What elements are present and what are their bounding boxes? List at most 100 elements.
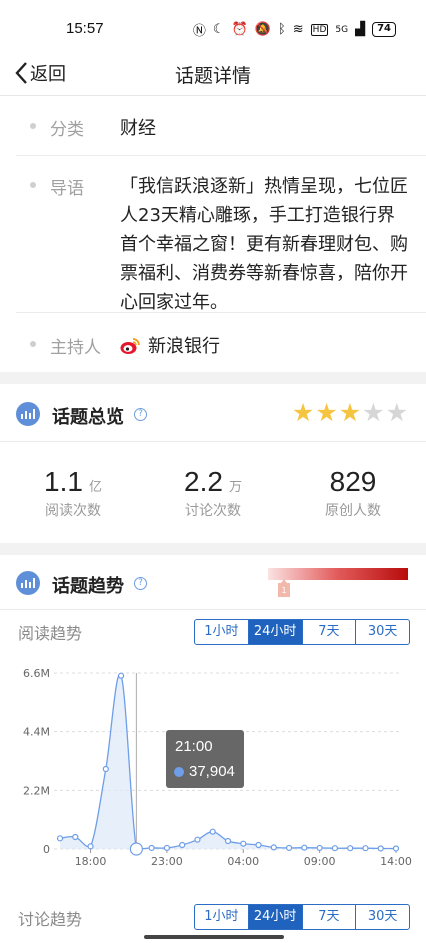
stat-value: 1.1 [44, 466, 83, 497]
star-filled-icon: ★ [315, 398, 338, 427]
chart-tooltip: 21:00 37,904 [166, 730, 244, 788]
range-30d[interactable]: 30天 [355, 905, 409, 929]
y-tick-label: 2.2M [23, 784, 50, 797]
home-indicator[interactable] [144, 935, 284, 939]
star-filled-icon: ★ [338, 398, 362, 427]
stat-label: 阅读次数 [45, 503, 101, 519]
nfc-icon: Ⓝ [192, 24, 206, 39]
category-value: 财经 [120, 118, 156, 139]
data-point [240, 840, 247, 847]
intro-text: 「我信跃浪逐新」热情呈现，七位匠人23天精心雕琢，手工打造银行界首个幸福之窗！更… [120, 176, 408, 313]
section-gap [0, 372, 426, 384]
data-point [179, 841, 186, 849]
data-point [129, 842, 143, 856]
section-gap [0, 543, 426, 555]
chart-icon [16, 402, 40, 426]
divider [0, 441, 426, 442]
discuss-trend-label: 讨论趋势 [18, 910, 83, 929]
x-tick-label: 18:00 [75, 855, 107, 868]
y-tick-label: 4.4M [23, 726, 50, 739]
tooltip-value: 37,904 [189, 763, 235, 780]
range-selector: 1小时 24小时 7天 30天 [194, 904, 410, 930]
data-point [362, 845, 369, 852]
divider [16, 155, 426, 156]
y-tick-label: 6.6M [23, 667, 50, 680]
status-time: 15:57 [66, 20, 104, 37]
star-empty-icon: ★ [385, 398, 408, 427]
status-bar: 15:57 Ⓝ ☾ ⏰ 🔕 ᛒ ≋ HD 5G ▟ 74 [0, 0, 426, 52]
trend-title: 话题趋势 [52, 576, 124, 597]
data-point [72, 833, 79, 841]
range-24h[interactable]: 24小时 [247, 620, 302, 644]
stat-read: 1.1 亿 阅读次数 [2, 466, 144, 520]
data-point [301, 844, 308, 851]
weibo-icon [120, 338, 140, 354]
heat-marker: 1 [278, 579, 290, 597]
range-1h[interactable]: 1小时 [195, 620, 248, 644]
range-24h[interactable]: 24小时 [247, 905, 302, 929]
data-point [194, 836, 201, 843]
divider [0, 609, 426, 610]
status-icons: Ⓝ ☾ ⏰ 🔕 ᛒ ≋ HD 5G ▟ 74 [193, 20, 396, 39]
host-value-row[interactable]: 新浪银行 [120, 332, 220, 358]
x-tick-label: 04:00 [227, 855, 259, 868]
alarm-icon: ⏰ [231, 22, 248, 37]
intro-label: 导语 [50, 179, 84, 199]
x-tick-label: 09:00 [304, 855, 336, 868]
data-point [270, 844, 277, 851]
data-point [87, 843, 94, 850]
data-point [163, 844, 171, 852]
star-filled-icon: ★ [291, 398, 315, 427]
data-point [117, 672, 125, 679]
data-point [347, 845, 354, 852]
help-icon[interactable]: ? [134, 408, 147, 421]
battery-icon: 74 [372, 22, 396, 37]
stat-value: 829 [329, 466, 377, 497]
tooltip-time: 21:00 [175, 738, 213, 755]
data-point [331, 845, 339, 852]
help-icon[interactable]: ? [134, 577, 147, 590]
wifi-icon: ≋ [292, 22, 304, 37]
data-point [224, 837, 232, 845]
data-point [316, 844, 323, 852]
hd-icon: HD [310, 23, 329, 36]
stat-label: 原创人数 [325, 503, 381, 519]
stat-value: 2.2 [184, 466, 223, 497]
stat-unit: 万 [228, 480, 242, 495]
host-value: 新浪银行 [148, 336, 220, 357]
y-tick-label: 0 [43, 843, 50, 856]
data-point [392, 845, 400, 852]
data-point [255, 841, 262, 849]
range-selector: 1小时 24小时 7天 30天 [194, 619, 410, 645]
host-label: 主持人 [50, 338, 101, 358]
x-tick-label: 23:00 [151, 855, 183, 868]
mute-icon: 🔕 [254, 22, 271, 37]
bluetooth-icon: ᛒ [277, 22, 286, 37]
read-trend-label: 阅读趋势 [18, 624, 83, 643]
divider [16, 312, 426, 313]
stat-discuss: 2.2 万 讨论次数 [142, 466, 284, 520]
data-point [377, 845, 384, 852]
range-30d[interactable]: 30天 [355, 620, 409, 644]
heat-scale-bar [268, 568, 408, 580]
stat-unit: 亿 [88, 480, 102, 495]
stat-label: 讨论次数 [185, 503, 241, 519]
moon-icon: ☾ [212, 22, 225, 37]
data-point [285, 844, 293, 852]
range-7d[interactable]: 7天 [301, 620, 356, 644]
range-7d[interactable]: 7天 [301, 905, 356, 929]
page-title: 话题详情 [174, 65, 251, 87]
bullet-dot [30, 123, 36, 129]
star-empty-icon: ★ [362, 398, 385, 427]
data-point [209, 828, 216, 835]
network-type: 5G [335, 24, 349, 35]
category-label: 分类 [50, 120, 84, 140]
bullet-dot [30, 341, 36, 347]
nav-bar: 返回 话题详情 [0, 52, 426, 96]
range-1h[interactable]: 1小时 [195, 905, 248, 929]
bullet-dot [30, 182, 36, 188]
stat-original: 829 原创人数 [282, 466, 424, 520]
signal-icon: ▟ [355, 22, 366, 37]
data-point [102, 765, 109, 773]
overview-title: 话题总览 [52, 407, 124, 428]
